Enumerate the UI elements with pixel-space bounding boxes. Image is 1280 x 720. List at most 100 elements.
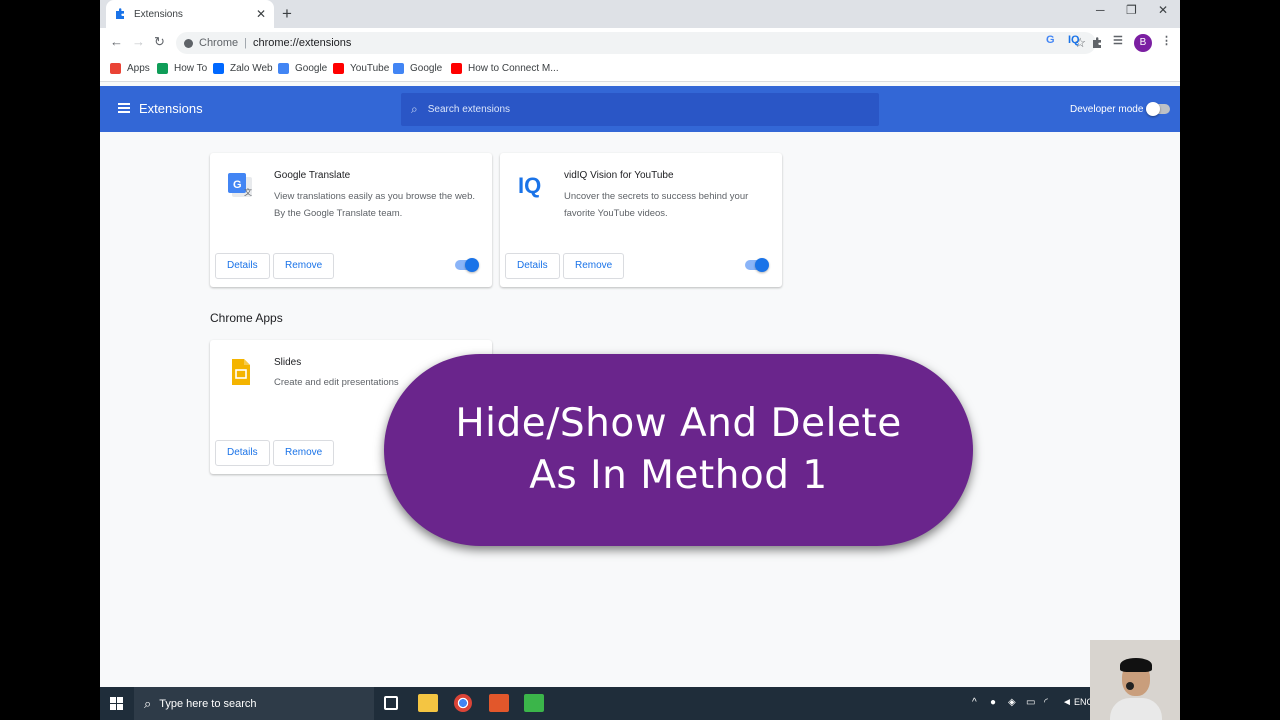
svg-text:G: G — [233, 179, 242, 191]
microphone-icon[interactable]: ● — [990, 697, 996, 708]
remove-button[interactable]: Remove — [273, 440, 335, 466]
bookmark-label: Apps — [127, 63, 150, 74]
volume-icon[interactable]: ◄ — [1062, 697, 1072, 708]
developer-mode-label: Developer mode — [1070, 104, 1144, 115]
remove-button[interactable]: Remove — [273, 253, 335, 279]
task-view-icon[interactable] — [384, 696, 398, 710]
app-name: Slides — [274, 357, 302, 368]
extensions-menu-icon[interactable] — [1091, 37, 1103, 49]
profile-avatar[interactable]: B — [1134, 34, 1152, 52]
presenter-shirt — [1110, 698, 1162, 720]
vidiq-logo-icon: IQ — [518, 173, 542, 198]
extension-name: Google Translate — [274, 170, 351, 181]
chrome-apps-heading: Chrome Apps — [210, 311, 283, 325]
presenter-hair — [1120, 658, 1152, 672]
toggle-knob — [755, 258, 769, 272]
search-icon: ⌕ — [144, 695, 152, 711]
browser-window: Extensions ✕ + ─ ❐ ✕ ← → ↻ Chrome | chro… — [100, 0, 1180, 720]
extension-name: vidIQ Vision for YouTube — [564, 170, 674, 181]
youtube-icon — [333, 63, 344, 74]
camtasia-recorder-icon[interactable] — [489, 694, 509, 712]
bookmark-how-to[interactable]: How To — [157, 63, 207, 74]
google-icon — [278, 63, 289, 74]
remove-button[interactable]: Remove — [563, 253, 625, 279]
bookmark-google-translate[interactable]: Google — [393, 63, 442, 74]
webcam-overlay — [1090, 640, 1180, 720]
file-explorer-icon[interactable] — [418, 694, 438, 712]
wifi-icon[interactable]: ◜ — [1044, 697, 1048, 708]
windows-start-icon[interactable] — [110, 697, 123, 710]
apps-grid-icon — [110, 63, 121, 74]
extension-description: Uncover the secrets to success behind yo… — [564, 191, 749, 219]
extension-card-google-translate: G 文 Google Translate View translations e… — [210, 153, 492, 287]
google-translate-extension-icon[interactable]: G — [1046, 34, 1055, 46]
windows-taskbar: ⌕ Type here to search ^ ● ◈ ▭ ◜ ◄ ENG — [100, 687, 1180, 720]
omnibox-scheme: Chrome — [199, 37, 239, 49]
details-button[interactable]: Details — [505, 253, 560, 279]
caption-line-2: As In Method 1 — [529, 453, 828, 498]
bookmark-label: Zalo Web — [230, 63, 273, 74]
details-button[interactable]: Details — [215, 440, 270, 466]
close-window-icon[interactable]: ✕ — [1158, 3, 1168, 17]
caption-overlay: Hide/Show And Delete As In Method 1 — [384, 354, 973, 546]
google-translate-icon: G 文 — [228, 173, 252, 197]
extension-enable-toggle[interactable] — [455, 258, 479, 272]
menu-icon[interactable] — [118, 103, 130, 113]
address-bar[interactable]: Chrome | chrome://extensions ☆ — [176, 32, 1096, 54]
details-button[interactable]: Details — [215, 253, 270, 279]
toggle-knob — [1146, 102, 1160, 116]
bookmark-label: Google — [295, 63, 328, 74]
bookmark-google[interactable]: Google — [278, 63, 327, 74]
security-icon[interactable]: ◈ — [1008, 697, 1016, 708]
extension-description: View translations easily as you browse t… — [274, 191, 476, 219]
chrome-icon[interactable] — [454, 694, 472, 712]
sheets-icon — [157, 63, 168, 74]
camtasia-icon[interactable] — [524, 694, 544, 712]
site-info-icon[interactable] — [184, 38, 193, 48]
tab-extensions[interactable]: Extensions ✕ — [106, 0, 274, 28]
bookmark-how-to-connect[interactable]: How to Connect M... — [451, 63, 559, 74]
taskbar-search[interactable]: ⌕ Type here to search — [134, 687, 374, 720]
caption-line-1: Hide/Show And Delete — [455, 401, 902, 446]
tab-strip: Extensions ✕ + ─ ❐ ✕ — [100, 0, 1180, 28]
search-icon: ⌕ — [411, 102, 418, 116]
slides-icon — [232, 359, 250, 385]
reload-icon[interactable]: ↻ — [154, 34, 165, 50]
bookmark-label: YouTube — [350, 63, 390, 74]
presenter-mic — [1126, 682, 1134, 690]
extension-card-vidiq: IQ vidIQ Vision for YouTube Uncover the … — [500, 153, 782, 287]
vidiq-extension-icon[interactable]: IQ — [1068, 34, 1080, 46]
developer-mode-toggle[interactable] — [1146, 102, 1170, 116]
tray-chevron-icon[interactable]: ^ — [972, 697, 977, 708]
bookmark-apps[interactable]: Apps — [110, 63, 150, 74]
taskbar-search-placeholder: Type here to search — [159, 697, 257, 710]
translate-icon — [393, 63, 404, 74]
bookmark-zalo-web[interactable]: Zalo Web — [213, 63, 273, 74]
browser-toolbar: ← → ↻ Chrome | chrome://extensions ☆ G I… — [100, 28, 1180, 58]
bookmark-youtube[interactable]: YouTube — [333, 63, 389, 74]
more-menu-icon[interactable]: ⋮ — [1161, 34, 1172, 47]
restore-icon[interactable]: ❐ — [1126, 3, 1137, 17]
youtube-icon — [451, 63, 462, 74]
zalo-icon — [213, 63, 224, 74]
tab-title: Extensions — [134, 8, 183, 20]
back-icon[interactable]: ← — [110, 34, 123, 49]
search-input[interactable] — [427, 104, 848, 115]
reading-list-icon[interactable]: ☰ — [1113, 34, 1123, 47]
puzzle-icon — [116, 8, 124, 19]
toggle-knob — [465, 258, 479, 272]
tab-close-icon[interactable]: ✕ — [256, 7, 266, 21]
battery-icon[interactable]: ▭ — [1026, 697, 1035, 708]
minimize-icon[interactable]: ─ — [1096, 3, 1105, 17]
svg-text:文: 文 — [244, 187, 252, 197]
extensions-header: Extensions ⌕ Developer mode — [100, 86, 1180, 132]
omnibox-url: chrome://extensions — [252, 37, 352, 49]
extension-enable-toggle[interactable] — [745, 258, 769, 272]
page-title: Extensions — [139, 101, 203, 116]
new-tab-icon[interactable]: + — [282, 4, 292, 24]
search-box[interactable]: ⌕ — [401, 93, 879, 126]
forward-icon[interactable]: → — [132, 34, 145, 49]
bookmark-label: Google — [410, 63, 443, 74]
bookmark-label: How to Connect M... — [468, 63, 559, 74]
bookmark-label: How To — [174, 63, 208, 74]
